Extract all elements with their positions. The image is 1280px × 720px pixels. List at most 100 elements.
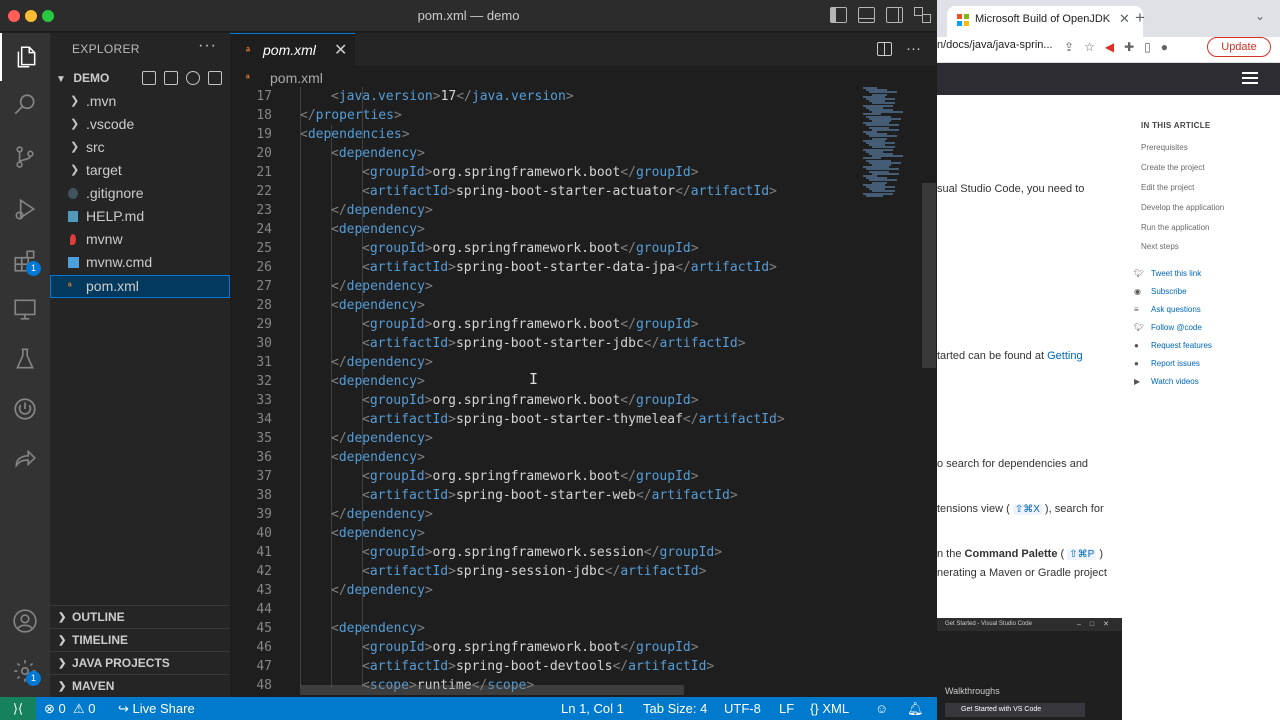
explorer-icon[interactable] <box>0 33 50 81</box>
spring-boot-dashboard-icon[interactable] <box>0 385 50 433</box>
code-line[interactable]: 42 <artifactId>spring-session-jdbc</artif… <box>230 562 855 581</box>
code-line[interactable]: 34 <artifactId>spring-boot-starter-thymel… <box>230 410 855 429</box>
project-header[interactable]: ▼ DEMO <box>50 67 230 89</box>
extension-icon[interactable]: ◀ <box>1105 40 1114 54</box>
live-share-button[interactable]: ↪ Live Share <box>118 697 195 720</box>
code-line[interactable]: 23 </dependency> <box>230 201 855 220</box>
puzzle-icon[interactable]: ✚ <box>1124 40 1134 54</box>
manage-gear-icon[interactable]: 1 <box>0 647 50 695</box>
encoding[interactable]: UTF-8 <box>724 697 761 720</box>
code-line[interactable]: 45 <dependency> <box>230 619 855 638</box>
tree-folder-vscode[interactable]: ❯ .vscode <box>50 113 230 136</box>
external-link[interactable]: Watch videos <box>1151 377 1199 386</box>
accounts-icon[interactable] <box>0 597 50 645</box>
tree-folder-src[interactable]: ❯ src <box>50 136 230 159</box>
vertical-scrollbar[interactable] <box>922 183 936 368</box>
code-line[interactable]: 17 <java.version>17</java.version> <box>230 87 855 106</box>
external-link[interactable]: Follow @code <box>1151 323 1202 332</box>
tree-file-help-md[interactable]: HELP.md <box>50 205 230 228</box>
collapse-all-icon[interactable] <box>208 71 222 85</box>
code-line[interactable]: 19 <dependencies> <box>230 125 855 144</box>
code-line[interactable]: 32 <dependency> <box>230 372 855 391</box>
new-tab-button[interactable]: + <box>1135 8 1145 28</box>
toc-link[interactable]: Develop the application <box>1141 203 1224 212</box>
code-line[interactable]: 27 </dependency> <box>230 277 855 296</box>
search-icon[interactable] <box>0 81 50 129</box>
menu-hamburger-icon[interactable] <box>1242 72 1258 84</box>
toggle-primary-sidebar-icon[interactable] <box>830 7 847 23</box>
more-actions-icon[interactable]: ··· <box>906 40 921 57</box>
code-line[interactable]: 25 <groupId>org.springframework.boot</gro… <box>230 239 855 258</box>
code-line[interactable]: 47 <artifactId>spring-boot-devtools</arti… <box>230 657 855 676</box>
external-link[interactable]: Report issues <box>1151 359 1200 368</box>
split-editor-icon[interactable] <box>877 42 892 56</box>
code-line[interactable]: 35 </dependency> <box>230 429 855 448</box>
code-editor[interactable]: 17 <java.version>17</java.version> 18 </pro… <box>230 87 855 693</box>
run-debug-icon[interactable] <box>0 185 50 233</box>
feedback-icon[interactable]: ☺ <box>875 697 888 720</box>
close-tab-icon[interactable]: ✕ <box>1119 11 1130 27</box>
tree-file-pom-xml[interactable]: ᵃ pom.xml <box>50 275 230 298</box>
live-share-icon[interactable] <box>0 435 50 483</box>
toc-link[interactable]: Run the application <box>1141 223 1210 232</box>
explorer-more-actions[interactable]: ··· <box>198 37 217 55</box>
code-line[interactable]: 31 </dependency> <box>230 353 855 372</box>
tab-pom-xml[interactable]: ᵃ pom.xml ✕ <box>230 33 355 66</box>
tree-file-gitignore[interactable]: .gitignore <box>50 182 230 205</box>
end-of-line[interactable]: LF <box>779 697 794 720</box>
remote-indicator[interactable]: ⟩⟨ <box>0 697 36 720</box>
external-link[interactable]: Tweet this link <box>1151 269 1201 278</box>
new-folder-icon[interactable] <box>164 71 178 85</box>
code-line[interactable]: 46 <groupId>org.springframework.boot</gro… <box>230 638 855 657</box>
sidebar-icon[interactable]: ▯ <box>1144 40 1151 54</box>
code-line[interactable]: 30 <artifactId>spring-boot-starter-jdbc</… <box>230 334 855 353</box>
code-line[interactable]: 41 <groupId>org.springframework.session</… <box>230 543 855 562</box>
code-line[interactable]: 44 <box>230 600 855 619</box>
toc-link[interactable]: Edit the project <box>1141 183 1194 192</box>
code-line[interactable]: 37 <groupId>org.springframework.boot</gro… <box>230 467 855 486</box>
getting-started-link[interactable]: Getting <box>1047 350 1082 362</box>
code-line[interactable]: 36 <dependency> <box>230 448 855 467</box>
refresh-icon[interactable] <box>186 71 200 85</box>
code-line[interactable]: 26 <artifactId>spring-boot-starter-data-j… <box>230 258 855 277</box>
address-bar[interactable]: n/docs/java/java-sprin... <box>937 39 1053 51</box>
external-link[interactable]: Ask questions <box>1151 305 1201 314</box>
tab-search-chevron-icon[interactable]: ⌄ <box>1255 9 1265 23</box>
code-line[interactable]: 43 </dependency> <box>230 581 855 600</box>
language-mode[interactable]: {} XML <box>810 697 849 720</box>
update-button[interactable]: Update <box>1207 37 1271 57</box>
code-line[interactable]: 24 <dependency> <box>230 220 855 239</box>
tab-size[interactable]: Tab Size: 4 <box>643 697 707 720</box>
toc-link[interactable]: Create the project <box>1141 163 1205 172</box>
extensions-icon[interactable]: 1 <box>0 237 50 285</box>
code-line[interactable]: 29 <groupId>org.springframework.boot</gro… <box>230 315 855 334</box>
external-link[interactable]: Subscribe <box>1151 287 1187 296</box>
source-control-icon[interactable] <box>0 133 50 181</box>
toc-link[interactable]: Next steps <box>1141 242 1179 251</box>
remote-explorer-icon[interactable] <box>0 285 50 333</box>
toggle-secondary-sidebar-icon[interactable] <box>886 7 903 23</box>
profile-avatar-icon[interactable]: ● <box>1161 40 1168 54</box>
outline-section[interactable]: ❯ OUTLINE <box>50 605 230 628</box>
tree-file-mvnw[interactable]: mvnw <box>50 228 230 251</box>
bookmark-star-icon[interactable]: ☆ <box>1084 40 1095 54</box>
code-line[interactable]: 39 </dependency> <box>230 505 855 524</box>
code-line[interactable]: 22 <artifactId>spring-boot-starter-actuat… <box>230 182 855 201</box>
close-tab-icon[interactable]: ✕ <box>334 40 347 60</box>
problems-indicator[interactable]: ⊗ 0 ⚠ 0 <box>44 697 96 720</box>
tree-folder-target[interactable]: ❯ target <box>50 159 230 182</box>
minimap[interactable] <box>860 87 924 197</box>
maven-section[interactable]: ❯ MAVEN <box>50 674 230 697</box>
share-icon[interactable]: ⇪ <box>1064 40 1074 54</box>
code-line[interactable]: 21 <groupId>org.springframework.boot</gro… <box>230 163 855 182</box>
code-line[interactable]: 18 </properties> <box>230 106 855 125</box>
external-link[interactable]: Request features <box>1151 341 1212 350</box>
toc-link[interactable]: Prerequisites <box>1141 143 1188 152</box>
timeline-section[interactable]: ❯ TIMELINE <box>50 628 230 651</box>
testing-icon[interactable] <box>0 335 50 383</box>
code-line[interactable]: 33 <groupId>org.springframework.boot</gro… <box>230 391 855 410</box>
code-line[interactable]: 38 <artifactId>spring-boot-starter-web</a… <box>230 486 855 505</box>
new-file-icon[interactable] <box>142 71 156 85</box>
code-line[interactable]: 40 <dependency> <box>230 524 855 543</box>
browser-tab[interactable]: Microsoft Build of OpenJDK ✕ <box>947 6 1143 37</box>
